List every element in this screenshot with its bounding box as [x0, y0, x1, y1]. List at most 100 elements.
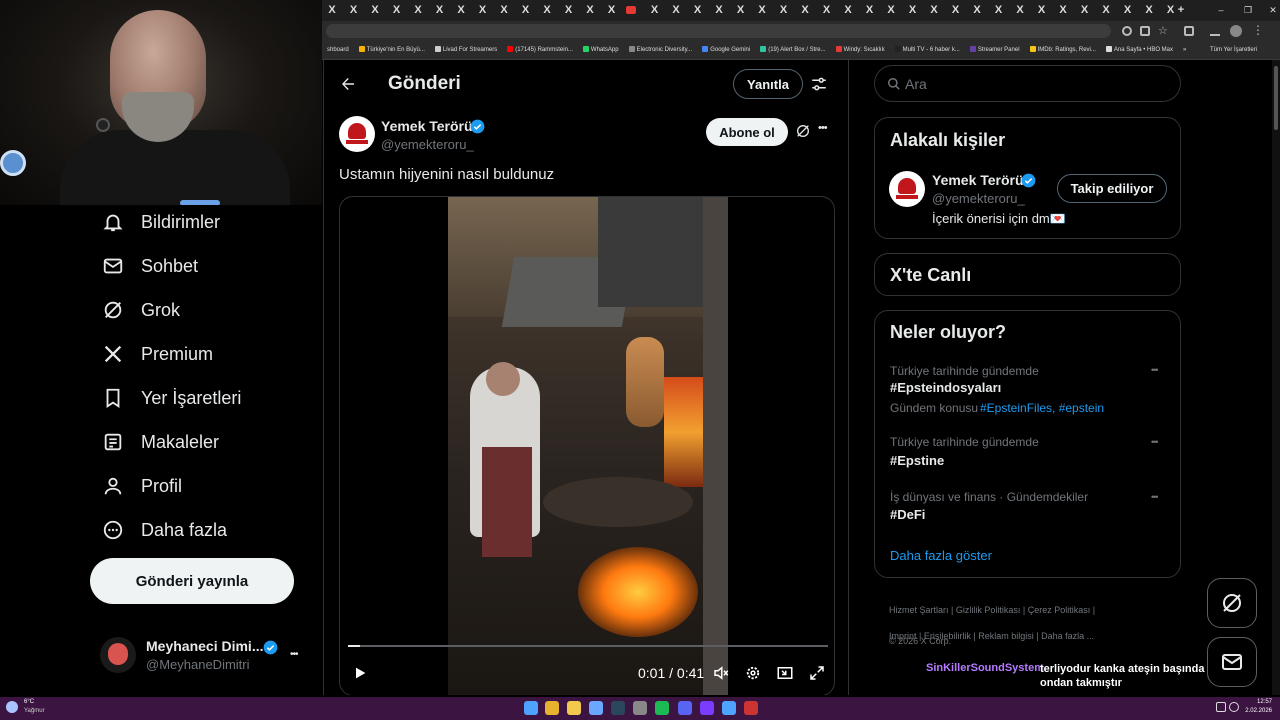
browser-tab[interactable]: X: [368, 3, 382, 17]
browser-tab[interactable]: X: [519, 3, 533, 17]
bookmark-item[interactable]: Electronic Diversity...: [628, 41, 692, 59]
app-icon[interactable]: [722, 701, 736, 715]
video-progress-track[interactable]: [348, 645, 828, 647]
browser-tab[interactable]: X: [390, 3, 404, 17]
browser-tab[interactable]: X: [562, 3, 576, 17]
browser-tab[interactable]: X: [841, 3, 855, 17]
nav-item[interactable]: Sohbet: [100, 251, 198, 281]
show-more-link[interactable]: Daha fazla göster: [890, 548, 992, 563]
back-arrow-icon[interactable]: [339, 75, 357, 93]
account-more-icon[interactable]: •••: [290, 649, 298, 660]
footer-link[interactable]: Reklam bilgisi: [978, 631, 1034, 641]
trend-more-icon[interactable]: •••: [1151, 492, 1159, 502]
bookmark-item[interactable]: (19) Alert Box / Stre...: [760, 41, 826, 59]
browser-tab[interactable]: X: [1142, 3, 1156, 17]
account-switcher[interactable]: Meyhaneci Dimi... @MeyhaneDimitri •••: [100, 637, 310, 677]
post-button[interactable]: Gönderi yayınla: [90, 558, 294, 604]
restore-icon[interactable]: ❐: [1241, 3, 1255, 17]
cast-icon[interactable]: [1140, 26, 1150, 36]
app-icon[interactable]: [700, 701, 714, 715]
spotify-icon[interactable]: [655, 701, 669, 715]
play-icon[interactable]: [352, 665, 368, 681]
following-button[interactable]: Takip ediliyor: [1057, 174, 1167, 203]
footer-link[interactable]: Gizlilik Politikası: [956, 605, 1021, 615]
browser-tab[interactable]: X: [454, 3, 468, 17]
settings-gear-icon[interactable]: [744, 664, 762, 682]
trend-extra-tags[interactable]: #EpsteinFiles, #epstein: [980, 401, 1104, 415]
bookmark-item[interactable]: IMDb: Ratings, Revi...: [1029, 41, 1096, 59]
volume-tray-icon[interactable]: [1229, 702, 1239, 712]
youtube-tab[interactable]: [626, 6, 636, 14]
weather-desc[interactable]: Yağmur: [24, 708, 45, 714]
related-handle[interactable]: @yemekteroru_: [932, 191, 1025, 206]
address-bar[interactable]: [326, 24, 1111, 38]
browser-tab[interactable]: X: [476, 3, 490, 17]
search-box[interactable]: Ara: [874, 65, 1181, 102]
app-icon[interactable]: [744, 701, 758, 715]
browser-tab[interactable]: X: [1099, 3, 1113, 17]
browser-tab[interactable]: X: [411, 3, 425, 17]
fullscreen-icon[interactable]: [808, 664, 826, 682]
chrome-icon[interactable]: [545, 701, 559, 715]
browser-tab[interactable]: X: [755, 3, 769, 17]
bookmark-item[interactable]: shboard: [327, 41, 349, 59]
bookmark-item[interactable]: Livad For Streamers: [434, 41, 497, 59]
volume-icon[interactable]: [712, 664, 730, 682]
browser-tab[interactable]: X: [648, 3, 662, 17]
browser-tab[interactable]: X: [497, 3, 511, 17]
related-avatar[interactable]: [889, 171, 925, 207]
trend-more-icon[interactable]: •••: [1151, 437, 1159, 447]
browser-tab[interactable]: X: [583, 3, 597, 17]
live-card[interactable]: X'te Canlı: [874, 253, 1181, 296]
browser-tab[interactable]: X: [712, 3, 726, 17]
download-icon[interactable]: [1210, 26, 1220, 36]
picture-in-picture-icon[interactable]: [776, 664, 794, 682]
steam-icon[interactable]: [611, 701, 625, 715]
post-more-icon[interactable]: •••: [818, 122, 828, 134]
bookmark-item[interactable]: Ana Sayfa • HBO Max: [1105, 41, 1173, 59]
bookmark-item[interactable]: Windy: Sıcaklık: [835, 41, 885, 59]
tray-icon[interactable]: [1216, 702, 1226, 712]
close-window-icon[interactable]: ✕: [1266, 3, 1280, 17]
browser-tab[interactable]: X: [884, 3, 898, 17]
nav-item[interactable]: Premium: [100, 339, 213, 369]
windows-start-icon[interactable]: [524, 701, 538, 715]
browser-tab[interactable]: X: [1013, 3, 1027, 17]
browser-tab[interactable]: X: [798, 3, 812, 17]
new-tab-icon[interactable]: +: [1174, 3, 1188, 17]
browser-tab[interactable]: X: [820, 3, 834, 17]
app-icon[interactable]: [633, 701, 647, 715]
nav-item[interactable]: Grok: [100, 295, 180, 325]
weather-temp[interactable]: 6°C: [24, 699, 34, 705]
browser-tab[interactable]: X: [927, 3, 941, 17]
bookmark-item[interactable]: Türkiye'nin En Büyü...: [358, 41, 425, 59]
browser-tab[interactable]: X: [863, 3, 877, 17]
browser-tab[interactable]: X: [992, 3, 1006, 17]
bookmarks-overflow-icon[interactable]: »: [1183, 41, 1186, 59]
discord-icon[interactable]: [678, 701, 692, 715]
clock-date[interactable]: 2.02.2026: [1244, 708, 1272, 714]
browser-tab[interactable]: X: [1078, 3, 1092, 17]
browser-tab[interactable]: X: [970, 3, 984, 17]
browser-menu-icon[interactable]: ⋮: [1252, 23, 1264, 37]
minimize-icon[interactable]: –: [1214, 3, 1228, 17]
trend-name[interactable]: #DeFi: [890, 507, 925, 522]
browser-tab[interactable]: X: [1056, 3, 1070, 17]
footer-link[interactable]: Hizmet Şartları: [889, 605, 949, 615]
browser-tab[interactable]: X: [605, 3, 619, 17]
nav-item[interactable]: Bildirimler: [100, 207, 220, 237]
browser-tab[interactable]: X: [777, 3, 791, 17]
file-explorer-icon[interactable]: [567, 701, 581, 715]
browser-tab[interactable]: X: [433, 3, 447, 17]
bookmark-item[interactable]: Google Gemini: [702, 41, 750, 59]
nav-item[interactable]: Profil: [100, 471, 182, 501]
nav-item[interactable]: Daha fazla: [100, 515, 227, 545]
browser-tab[interactable]: X: [949, 3, 963, 17]
author-avatar[interactable]: [339, 116, 375, 152]
footer-link[interactable]: Daha fazla ...: [1041, 631, 1094, 641]
profile-avatar-icon[interactable]: [1230, 25, 1242, 37]
bookmark-item[interactable]: Streamer Panel: [969, 41, 1020, 59]
browser-tab[interactable]: X: [669, 3, 683, 17]
related-name[interactable]: Yemek Terörü: [932, 172, 1024, 188]
reply-button[interactable]: Yanıtla: [733, 69, 803, 99]
